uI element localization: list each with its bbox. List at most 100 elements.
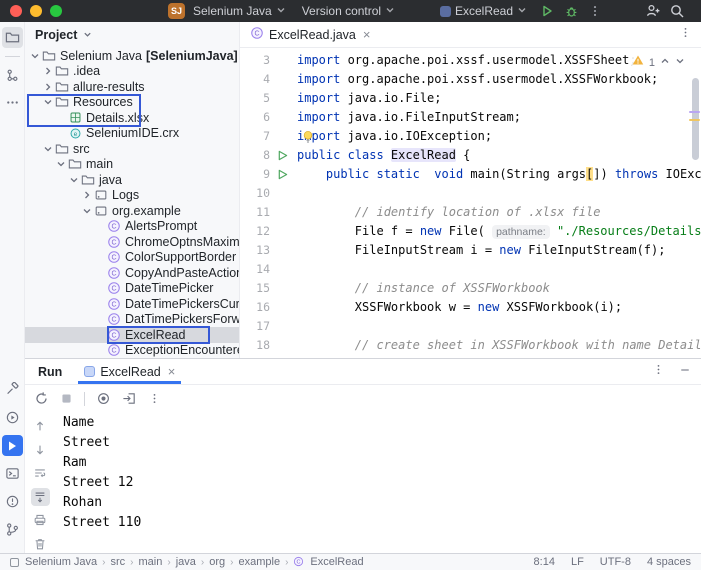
tree-item-excelread[interactable]: CExcelRead (25, 327, 239, 343)
breadcrumb-item[interactable]: Selenium Java (25, 556, 97, 568)
tree-item-datetimepicker[interactable]: CDateTimePicker (25, 281, 239, 297)
editor-tab-excelread-java[interactable]: C ExcelRead.java × (240, 22, 380, 47)
structure-icon[interactable] (2, 65, 23, 86)
code-line-16[interactable]: 16 XSSFWorkbook w = new XSSFWorkbook(i); (240, 298, 701, 317)
more-options-icon[interactable] (583, 1, 607, 21)
more-horizontal-icon[interactable] (2, 92, 23, 113)
tree-item-org-example[interactable]: org.example (25, 203, 239, 219)
breadcrumb-item[interactable]: org (209, 556, 225, 568)
tree-item-alertsprompt[interactable]: CAlertsPrompt (25, 219, 239, 235)
editor-more-options-icon[interactable] (679, 26, 692, 44)
tree-item-dattimepickersforward[interactable]: CDatTimePickersForward (25, 312, 239, 328)
breadcrumb-item[interactable]: example (238, 556, 280, 568)
tree-item-chromeoptnsmaximized[interactable]: CChromeOptnsMaximized (25, 234, 239, 250)
run-config-selector[interactable]: ExcelRead (432, 0, 535, 22)
tree-item-copyandpasteactions[interactable]: CCopyAndPasteActions (25, 265, 239, 281)
tree-item-src[interactable]: src (25, 141, 239, 157)
code-line-12[interactable]: 12 File f = new File( pathname: "./Resou… (240, 222, 701, 241)
close-tab-icon[interactable]: × (363, 28, 371, 41)
services-tool-window-icon[interactable] (2, 407, 23, 428)
hide-panel-icon[interactable] (679, 363, 691, 381)
line-number: 18 (240, 336, 274, 355)
scroll-to-end-icon[interactable] (31, 488, 50, 507)
zoom-window-button[interactable] (50, 5, 62, 17)
version-control-branch-tool-window-icon[interactable] (2, 519, 23, 540)
vcs-menu[interactable]: Version control (294, 0, 403, 22)
soft-wrap-icon[interactable] (31, 464, 50, 483)
code-line-15[interactable]: 15 // instance of XSSFWorkbook (240, 279, 701, 298)
run-button[interactable] (535, 1, 559, 21)
build-hammer-tool-window-icon[interactable] (2, 379, 23, 400)
code-line-13[interactable]: 13 FileInputStream i = new FileInputStre… (240, 241, 701, 260)
tree-item-details-xlsx[interactable]: Details.xlsx (25, 110, 239, 126)
code-editor[interactable]: 3import org.apache.poi.xssf.usermodel.XS… (240, 48, 701, 358)
inspections-widget[interactable]: 1 (632, 54, 685, 73)
line-separator-widget[interactable]: LF (571, 556, 584, 568)
debug-bug-icon[interactable] (559, 1, 583, 21)
close-tab-icon[interactable]: × (168, 365, 176, 378)
chevron-down-icon[interactable] (68, 175, 80, 185)
tree-item-datetimepickerscurrent[interactable]: CDateTimePickersCurrent (25, 296, 239, 312)
run-tool-window-icon[interactable] (2, 435, 23, 456)
tree-item-java[interactable]: java (25, 172, 239, 188)
tree-item-logs[interactable]: Logs (25, 188, 239, 204)
tree-item-main[interactable]: main (25, 157, 239, 173)
project-folder-icon[interactable] (2, 27, 23, 48)
project-menu[interactable]: Selenium Java (185, 0, 294, 22)
tree-item-colorsupportborder[interactable]: CColorSupportBorder (25, 250, 239, 266)
code-line-11[interactable]: 11 // identify location of .xlsx file (240, 203, 701, 222)
code-line-8[interactable]: 8public class ExcelRead { (240, 146, 701, 165)
breadcrumb-item[interactable]: java (176, 556, 196, 568)
clear-all-icon[interactable] (31, 535, 50, 554)
code-line-17[interactable]: 17 (240, 317, 701, 336)
tree-item-resources[interactable]: Resources (25, 95, 239, 111)
tree-item-selenium-java[interactable]: Selenium Java[SeleniumJava]~/IdeaProject… (25, 48, 239, 64)
run-tab-excelread[interactable]: ExcelRead × (78, 359, 181, 384)
problems-tool-window-icon[interactable] (2, 491, 23, 512)
more-options-icon[interactable] (148, 392, 161, 405)
code-line-14[interactable]: 14 (240, 260, 701, 279)
project-panel-header[interactable]: Project (25, 22, 239, 48)
scroll-up-icon[interactable] (31, 417, 50, 436)
add-user-icon[interactable] (641, 1, 665, 21)
chevron-down-icon[interactable] (42, 97, 54, 107)
search-icon[interactable] (665, 1, 689, 21)
stop-icon[interactable] (60, 392, 73, 405)
breadcrumb-class[interactable]: ExcelRead (310, 556, 363, 568)
chevron-down-icon[interactable] (29, 51, 41, 61)
terminal-tool-window-icon[interactable] (2, 463, 23, 484)
tree-item-allure-results[interactable]: allure-results (25, 79, 239, 95)
code-line-10[interactable]: 10 (240, 184, 701, 203)
run-panel-options-icon[interactable] (652, 363, 665, 381)
run-line-icon[interactable] (274, 165, 291, 184)
chevron-down-icon[interactable] (42, 144, 54, 154)
rerun-icon[interactable] (34, 391, 49, 406)
close-window-button[interactable] (10, 5, 22, 17)
console-options-icon[interactable] (96, 391, 111, 406)
print-icon[interactable] (31, 511, 50, 530)
code-line-7[interactable]: 7import java.io.IOException; (240, 127, 701, 146)
encoding-widget[interactable]: UTF-8 (600, 556, 631, 568)
chevron-down-icon[interactable] (55, 159, 67, 169)
code-line-5[interactable]: 5import java.io.File; (240, 89, 701, 108)
chevron-right-icon[interactable] (81, 190, 93, 200)
chevron-right-icon[interactable] (42, 82, 54, 92)
indent-widget[interactable]: 4 spaces (647, 556, 691, 568)
code-line-6[interactable]: 6import java.io.FileInputStream; (240, 108, 701, 127)
breadcrumb-item[interactable]: src (111, 556, 126, 568)
chevron-down-icon[interactable] (81, 206, 93, 216)
code-line-18[interactable]: 18 // create sheet in XSSFWorkbook with … (240, 336, 701, 355)
import-test-results-icon[interactable] (122, 391, 137, 406)
caret-position-widget[interactable]: 8:14 (534, 556, 555, 568)
code-line-9[interactable]: 9 public static void main(String args[])… (240, 165, 701, 184)
breadcrumb-item[interactable]: main (139, 556, 163, 568)
minimize-window-button[interactable] (30, 5, 42, 17)
run-line-icon[interactable] (274, 146, 291, 165)
scroll-down-icon[interactable] (31, 441, 50, 460)
next-warning-icon[interactable] (675, 54, 685, 73)
prev-warning-icon[interactable] (660, 54, 670, 73)
tree-item--idea[interactable]: .idea (25, 64, 239, 80)
tree-item-seleniumide-crx[interactable]: eSeleniumIDE.crx (25, 126, 239, 142)
chevron-right-icon[interactable] (42, 66, 54, 76)
tree-item-exceptionencountered[interactable]: CExceptionEncountered (25, 343, 239, 359)
